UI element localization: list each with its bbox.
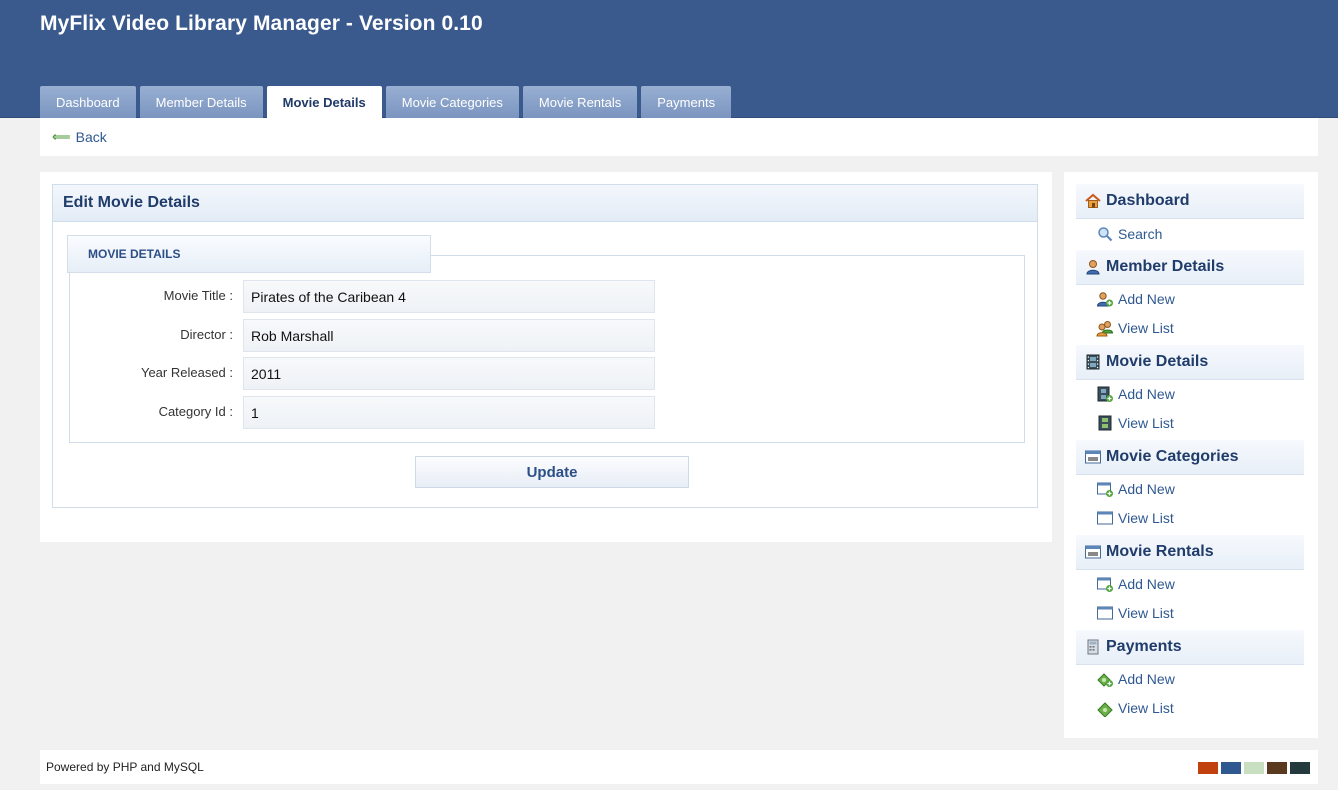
- back-link[interactable]: ⟸ Back: [52, 129, 107, 145]
- sidebar-section-label: Movie Categories: [1106, 448, 1239, 465]
- back-bar: ⟸ Back: [40, 118, 1318, 156]
- sidebar-section-label: Dashboard: [1106, 192, 1190, 209]
- tab-dashboard[interactable]: Dashboard: [40, 86, 136, 118]
- sidebar-member-add-new[interactable]: Add New: [1096, 288, 1175, 310]
- tab-payments[interactable]: Payments: [641, 86, 732, 118]
- sidebar-section-payments[interactable]: Payments: [1076, 630, 1304, 665]
- sidebar-section-label: Payments: [1106, 638, 1182, 655]
- director-input[interactable]: [243, 319, 655, 352]
- sidebar-link-label: Add New: [1118, 386, 1175, 402]
- sidebar-payment-view-list[interactable]: View List: [1096, 697, 1174, 719]
- sidebar-link-label: Add New: [1118, 481, 1175, 497]
- main-tabs: Dashboard Member Details Movie Details M…: [40, 86, 732, 118]
- sidebar-section-dashboard[interactable]: Dashboard: [1076, 184, 1304, 219]
- sidebar-link-label: Add New: [1118, 291, 1175, 307]
- home-icon: [1084, 192, 1102, 210]
- category-id-row: Category Id :: [69, 396, 669, 429]
- film-icon: [1084, 353, 1102, 371]
- sidebar-link-label: Add New: [1118, 576, 1175, 592]
- year-released-input[interactable]: [243, 357, 655, 390]
- sidebar-section-movie-details[interactable]: Movie Details: [1076, 345, 1304, 380]
- film-icon: [1096, 414, 1114, 432]
- movie-title-row: Movie Title :: [69, 280, 669, 313]
- update-button[interactable]: Update: [415, 456, 689, 488]
- sidebar-movie-add-new[interactable]: Add New: [1096, 383, 1175, 405]
- panel-title: Edit Movie Details: [53, 185, 1037, 222]
- app-header: MyFlix Video Library Manager - Version 0…: [0, 0, 1338, 118]
- swatch-red[interactable]: [1198, 762, 1218, 774]
- swatch-dark-teal[interactable]: [1290, 762, 1310, 774]
- magnifier-icon: [1096, 225, 1114, 243]
- sidebar-movie-view-list[interactable]: View List: [1096, 412, 1174, 434]
- sidebar-payment-add-new[interactable]: Add New: [1096, 668, 1175, 690]
- arrow-left-icon: ⟸: [52, 129, 71, 144]
- sidebar-rental-view-list[interactable]: View List: [1096, 602, 1174, 624]
- calculator-icon: [1084, 638, 1102, 656]
- sidebar-section-movie-rentals[interactable]: Movie Rentals: [1076, 535, 1304, 570]
- sidebar-link-label: View List: [1118, 415, 1174, 431]
- tab-movie-rentals[interactable]: Movie Rentals: [522, 86, 638, 118]
- edit-movie-panel: Edit Movie Details MOVIE DETAILS Movie T…: [52, 184, 1038, 508]
- app-title: MyFlix Video Library Manager - Version 0…: [40, 12, 483, 35]
- sidebar-link-label: View List: [1118, 700, 1174, 716]
- sidebar-link-label: Add New: [1118, 671, 1175, 687]
- swatch-light-green[interactable]: [1244, 762, 1264, 774]
- user-add-icon: [1096, 290, 1114, 308]
- window-add-icon: [1096, 575, 1114, 593]
- money-add-icon: [1096, 670, 1114, 688]
- tab-movie-categories[interactable]: Movie Categories: [385, 86, 519, 118]
- sidebar-section-movie-categories[interactable]: Movie Categories: [1076, 440, 1304, 475]
- footer: Powered by PHP and MySQL: [40, 750, 1318, 784]
- users-icon: [1096, 319, 1114, 337]
- movie-title-input[interactable]: [243, 280, 655, 313]
- swatch-blue[interactable]: [1221, 762, 1241, 774]
- year-released-row: Year Released :: [69, 357, 669, 390]
- window-icon: [1096, 604, 1114, 622]
- sidebar-link-label: Search: [1118, 226, 1163, 242]
- sidebar-category-add-new[interactable]: Add New: [1096, 478, 1175, 500]
- swatch-brown[interactable]: [1267, 762, 1287, 774]
- color-swatches: [1198, 762, 1310, 774]
- back-label: Back: [75, 129, 107, 145]
- sidebar-section-label: Movie Rentals: [1106, 543, 1214, 560]
- window-icon: [1084, 543, 1102, 561]
- director-row: Director :: [69, 319, 669, 352]
- window-icon: [1084, 448, 1102, 466]
- sidebar-link-label: View List: [1118, 605, 1174, 621]
- year-released-label: Year Released :: [140, 365, 233, 380]
- sidebar-link-label: View List: [1118, 320, 1174, 336]
- fieldset-legend: MOVIE DETAILS: [67, 235, 431, 273]
- main-content: Edit Movie Details MOVIE DETAILS Movie T…: [40, 172, 1052, 542]
- category-id-input[interactable]: [243, 396, 655, 429]
- footer-text: Powered by PHP and MySQL: [46, 760, 204, 774]
- tab-member-details[interactable]: Member Details: [139, 86, 263, 118]
- tab-movie-details[interactable]: Movie Details: [266, 86, 382, 118]
- money-icon: [1096, 699, 1114, 717]
- user-icon: [1084, 258, 1102, 276]
- sidebar-section-member-details[interactable]: Member Details: [1076, 250, 1304, 285]
- director-label: Director :: [180, 327, 233, 342]
- sidebar-section-label: Member Details: [1106, 258, 1225, 275]
- sidebar: Dashboard Search Member Details Add New …: [1064, 172, 1318, 738]
- movie-title-label: Movie Title :: [163, 288, 233, 303]
- window-icon: [1096, 509, 1114, 527]
- sidebar-section-label: Movie Details: [1106, 353, 1209, 370]
- category-id-label: Category Id :: [158, 404, 233, 419]
- window-add-icon: [1096, 480, 1114, 498]
- sidebar-member-view-list[interactable]: View List: [1096, 317, 1174, 339]
- film-add-icon: [1096, 385, 1114, 403]
- sidebar-category-view-list[interactable]: View List: [1096, 507, 1174, 529]
- sidebar-rental-add-new[interactable]: Add New: [1096, 573, 1175, 595]
- sidebar-link-label: View List: [1118, 510, 1174, 526]
- sidebar-dashboard-search[interactable]: Search: [1096, 223, 1162, 245]
